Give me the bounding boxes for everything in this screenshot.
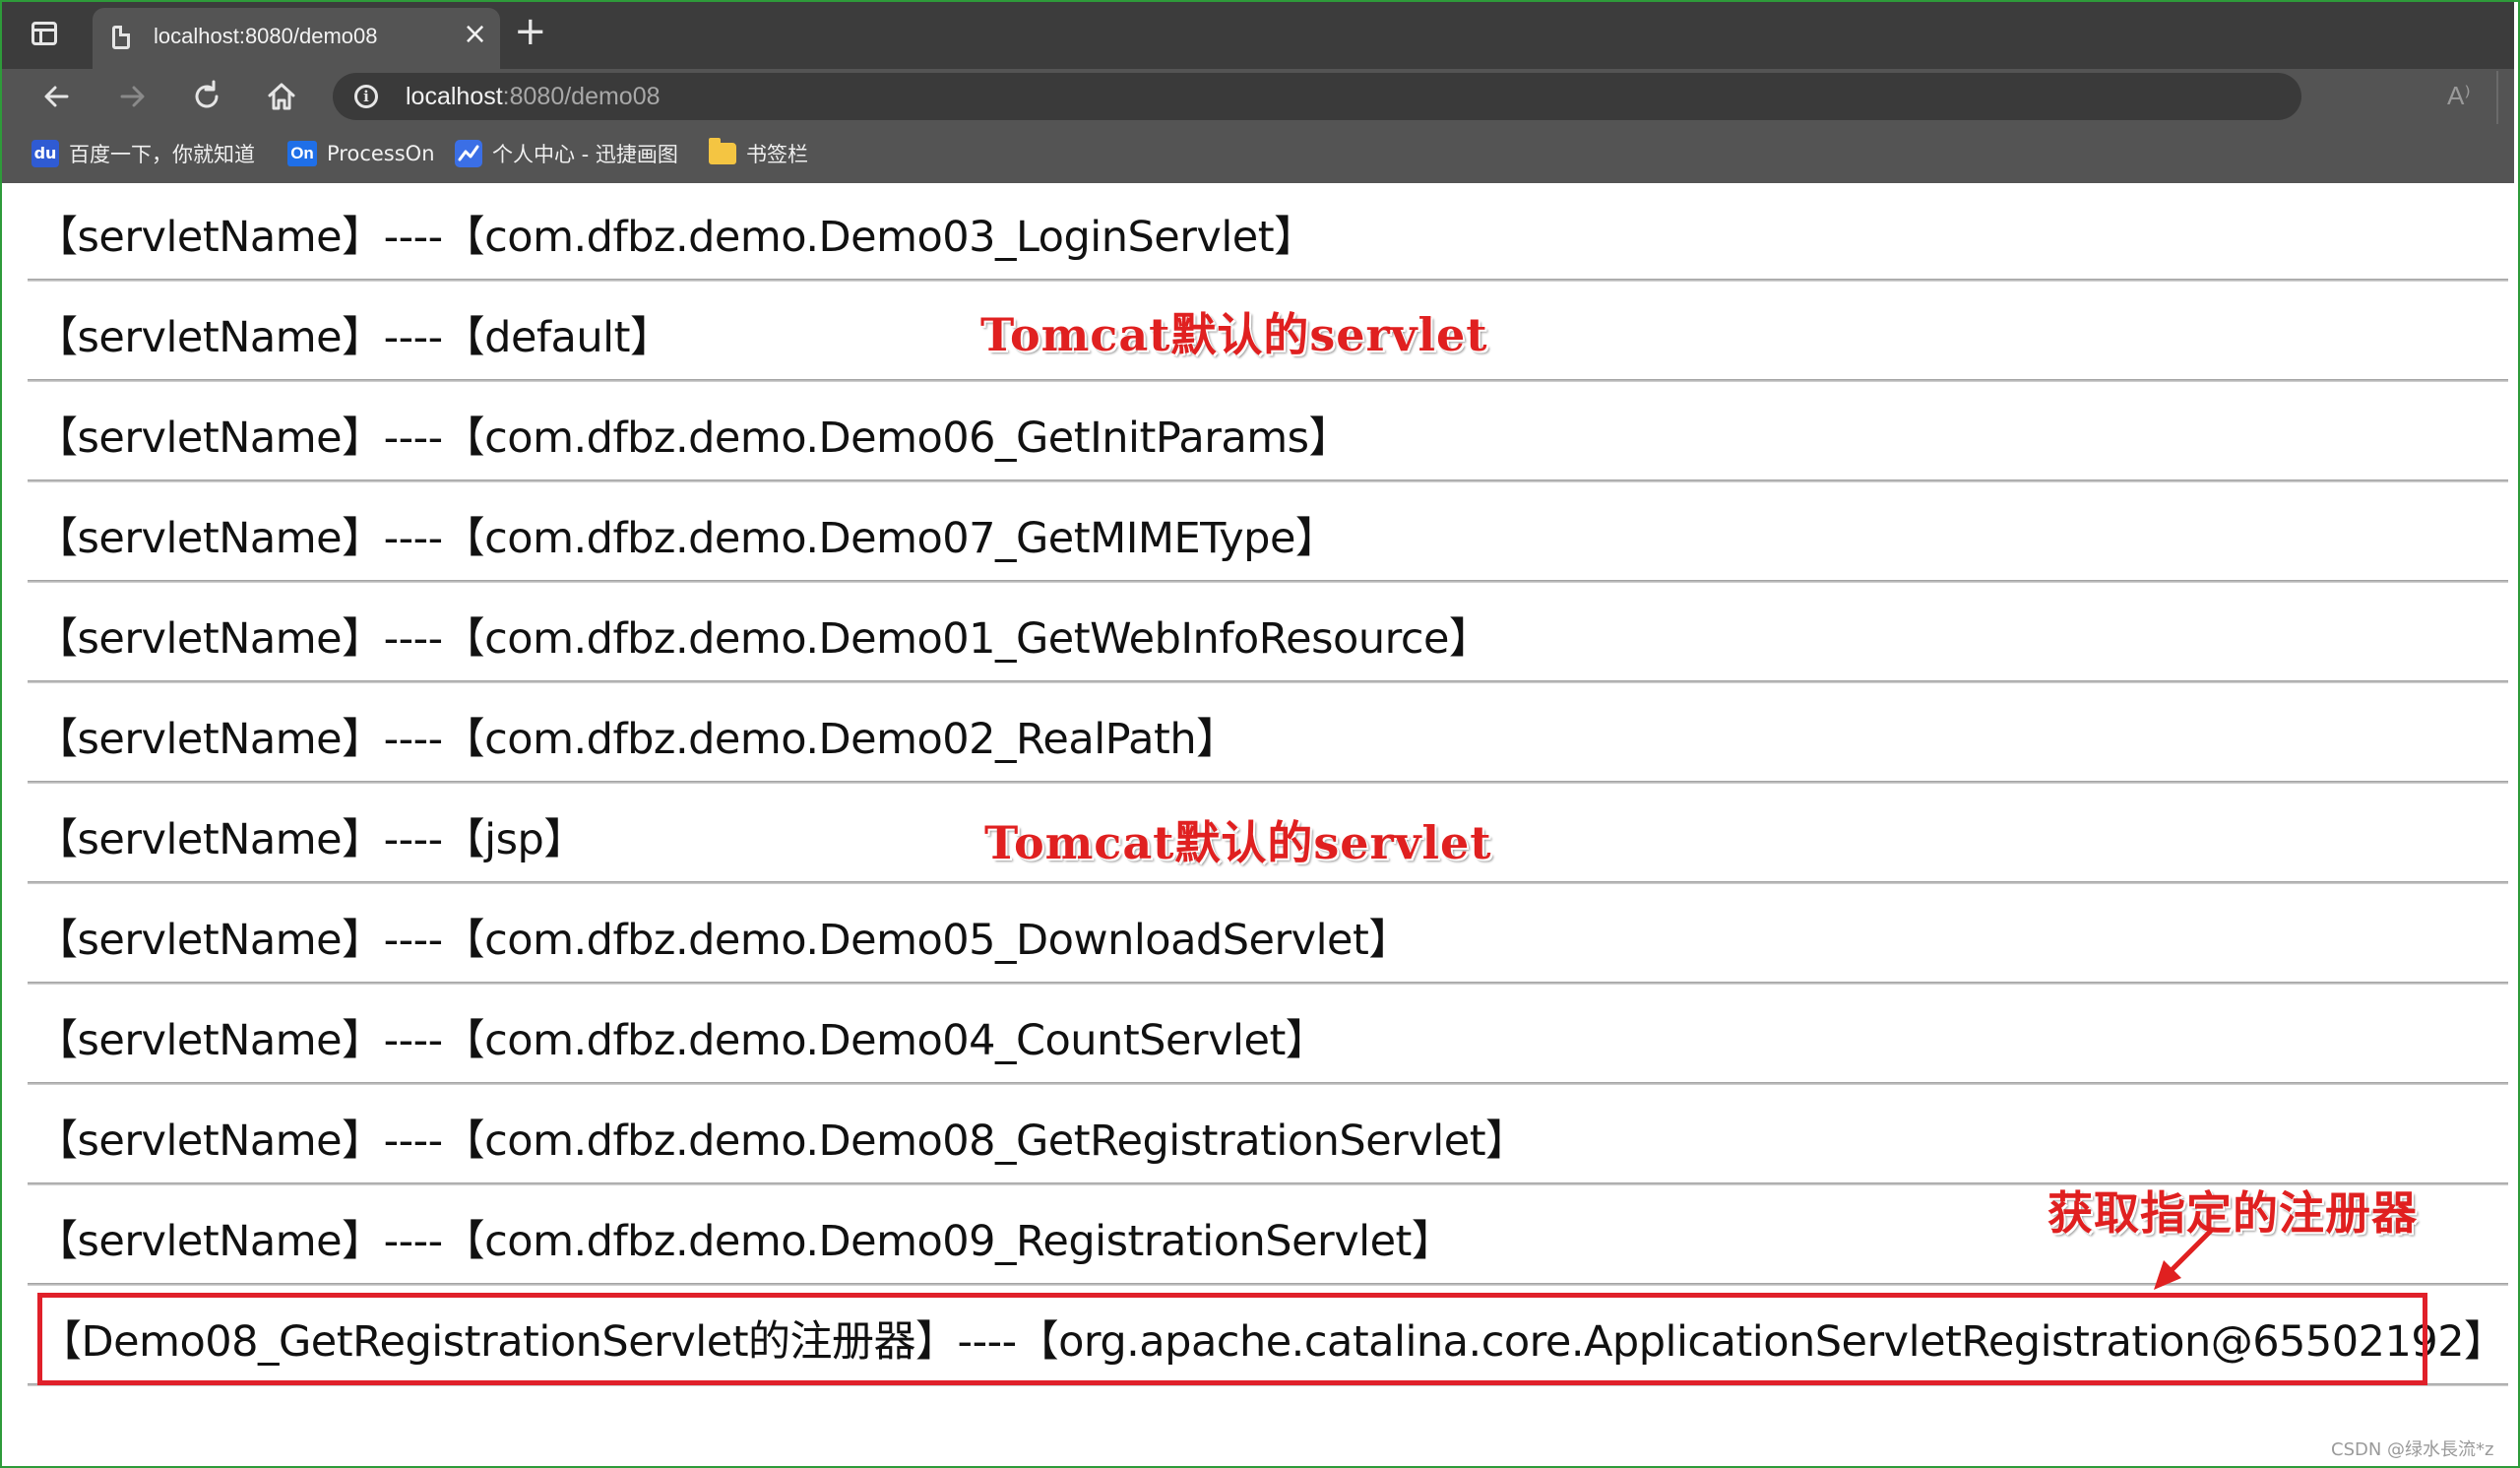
bookmark-xunjie[interactable]: 个人中心 - 迅捷画图 [455,138,678,169]
url-host: localhost [406,83,503,110]
baidu-icon: du [32,140,59,167]
navigation-toolbar: i localhost:8080/demo08 A⁾ [2,69,2514,124]
url-path: :8080/demo08 [502,83,661,110]
list-item: 【servletName】----【com.dfbz.demo.Demo01_G… [28,585,2508,683]
list-item: 【servletName】----【com.dfbz.demo.Demo02_R… [28,685,2508,784]
browser-tab[interactable]: localhost:8080/demo08 × [93,8,500,69]
servlet-entry-text: 【servletName】----【com.dfbz.demo.Demo07_G… [35,514,1338,563]
divider [28,982,2508,985]
new-tab-icon[interactable]: + [514,12,547,51]
divider [28,1283,2508,1286]
servlet-entry-text: 【servletName】----【com.dfbz.demo.Demo04_C… [35,1016,1328,1065]
bookmark-label: ProcessOn [327,142,435,165]
servlet-entry-text: 【servletName】----【com.dfbz.demo.Demo09_R… [35,1217,1454,1266]
bookmarks-bar: du 百度一下，你就知道 On ProcessOn 个人中心 - 迅捷画图 书签… [2,124,2514,183]
watermark: CSDN @绿水長流*z [2331,1439,2494,1460]
bookmark-label: 百度一下，你就知道 [69,143,255,166]
servlet-entry-text: 【servletName】----【com.dfbz.demo.Demo06_G… [35,414,1352,463]
xunjie-icon [455,140,482,167]
divider [28,379,2508,382]
site-info-icon[interactable]: i [354,85,378,108]
refresh-icon[interactable] [187,77,226,116]
highlight-box [37,1293,2427,1385]
folder-icon [709,138,736,164]
bookmark-baidu[interactable]: du 百度一下，你就知道 [32,138,255,169]
list-item: 【servletName】----【com.dfbz.demo.Demo08_G… [28,1087,2508,1185]
list-item: 【servletName】----【com.dfbz.demo.Demo06_G… [28,384,2508,482]
divider [28,1082,2508,1085]
servlet-entry-text: 【servletName】----【com.dfbz.demo.Demo08_G… [35,1117,1528,1166]
divider [28,680,2508,683]
list-item: 【servletName】----【com.dfbz.demo.Demo05_D… [28,886,2508,985]
bookmark-processon[interactable]: On ProcessOn [287,138,435,169]
servlet-entry-text: 【servletName】----【com.dfbz.demo.Demo05_D… [35,916,1411,965]
home-icon[interactable] [262,77,301,116]
annotation-default-servlet: Tomcat默认的servlet [980,308,1488,361]
back-icon[interactable] [37,77,77,116]
servlet-entry-text: 【servletName】----【com.dfbz.demo.Demo03_L… [35,213,1316,262]
divider [28,279,2508,282]
bookmark-label: 个人中心 - 迅捷画图 [492,143,678,166]
divider [28,479,2508,482]
processon-icon: On [287,141,317,166]
tab-close-icon[interactable]: × [463,20,487,49]
servlet-entry-text: 【servletName】----【com.dfbz.demo.Demo02_R… [35,715,1238,764]
annotation-jsp-servlet: Tomcat默认的servlet [984,816,1492,869]
list-item: 【servletName】----【com.dfbz.demo.Demo07_G… [28,484,2508,583]
url-text[interactable]: localhost:8080/demo08 [406,83,661,111]
servlet-entry-text: 【servletName】----【com.dfbz.demo.Demo01_G… [35,614,1491,664]
document-icon [112,26,130,49]
forward-icon[interactable] [112,77,152,116]
annotation-arrow-icon [2154,1228,2214,1290]
read-aloud-icon[interactable]: A⁾ [2447,81,2471,111]
list-item: 【servletName】----【com.dfbz.demo.Demo03_L… [28,183,2508,282]
toolbar-edge [2496,71,2516,126]
address-bar[interactable]: i localhost:8080/demo08 [333,73,2301,120]
bookmark-folder[interactable]: 书签栏 [709,138,808,169]
divider [28,881,2508,884]
list-item: 【servletName】----【com.dfbz.demo.Demo04_C… [28,987,2508,1085]
tab-strip: localhost:8080/demo08 × + [2,2,2514,69]
bookmark-label: 书签栏 [746,143,808,166]
divider [28,580,2508,583]
tab-title: localhost:8080/demo08 [154,24,378,48]
servlet-entry-text: 【servletName】----【jsp】 [35,815,586,864]
sidebar-toggle-icon[interactable] [32,22,57,45]
divider [28,781,2508,784]
servlet-entry-text: 【servletName】----【default】 [35,313,672,362]
